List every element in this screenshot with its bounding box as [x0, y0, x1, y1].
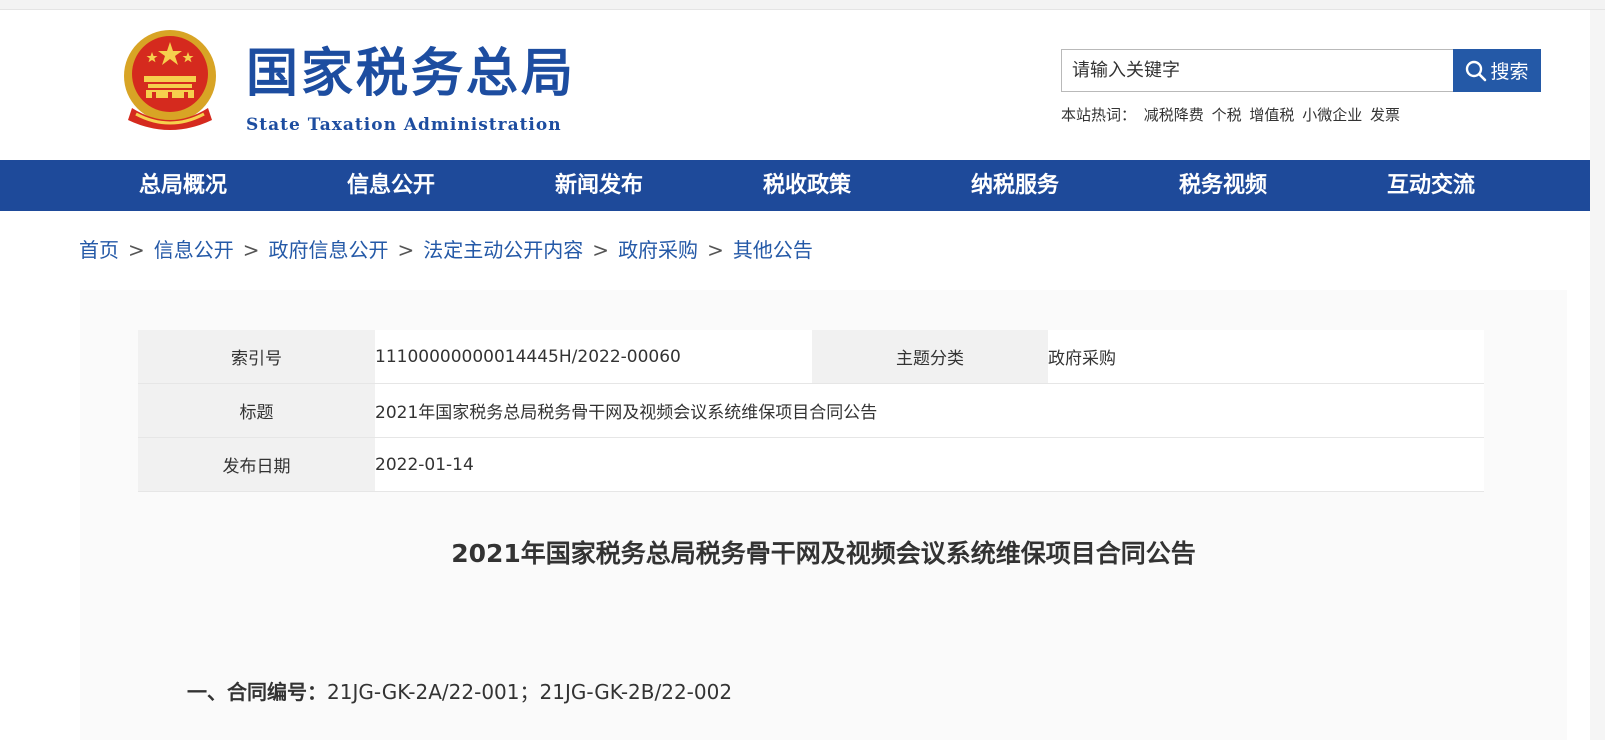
breadcrumb-home[interactable]: 首页	[79, 238, 119, 262]
meta-info-table: 索引号 11100000000014445H/2022-00060 主题分类 政…	[138, 330, 1484, 492]
hot-word-link[interactable]: 发票	[1370, 106, 1400, 124]
breadcrumb-other-notices[interactable]: 其他公告	[733, 238, 813, 262]
hot-word-link[interactable]: 增值税	[1249, 106, 1294, 124]
nav-item-taxpayer-service[interactable]: 纳税服务	[935, 160, 1095, 211]
table-row: 索引号 11100000000014445H/2022-00060 主题分类 政…	[138, 330, 1484, 384]
article-paragraph: 一、合同编号：21JG-GK-2A/22-001；21JG-GK-2B/22-0…	[187, 676, 732, 705]
nav-item-overview[interactable]: 总局概况	[103, 160, 263, 211]
browser-top-strip	[0, 0, 1605, 10]
nav-item-tax-policy[interactable]: 税收政策	[727, 160, 887, 211]
breadcrumb: 首页 > 信息公开 > 政府信息公开 > 法定主动公开内容 > 政府采购 > 其他公告	[79, 234, 813, 263]
date-label: 发布日期	[138, 437, 375, 492]
national-emblem-icon	[124, 30, 216, 130]
breadcrumb-procurement[interactable]: 政府采购	[618, 238, 698, 262]
breadcrumb-separator: >	[128, 238, 145, 262]
nav-item-info-disclosure[interactable]: 信息公开	[311, 160, 471, 211]
search-button[interactable]: 搜索	[1453, 49, 1541, 92]
topic-value: 政府采购	[1048, 330, 1484, 384]
breadcrumb-separator: >	[592, 238, 610, 262]
topic-label: 主题分类	[812, 330, 1048, 384]
table-row: 发布日期 2022-01-14	[138, 437, 1484, 492]
nav-item-interaction[interactable]: 互动交流	[1351, 160, 1511, 211]
main-nav: 总局概况 信息公开 新闻发布 税收政策 纳税服务 税务视频 互动交流	[0, 160, 1605, 211]
title-label: 标题	[138, 383, 375, 438]
contract-number: 21JG-GK-2A/22-001；21JG-GK-2B/22-002	[327, 680, 733, 704]
table-row: 标题 2021年国家税务总局税务骨干网及视频会议系统维保项目合同公告	[138, 383, 1484, 438]
date-value: 2022-01-14	[375, 437, 1484, 492]
breadcrumb-separator: >	[242, 238, 260, 262]
section-heading: 一、合同编号：	[187, 680, 327, 704]
hot-words: 本站热词： 减税降费 个税 增值税 小微企业 发票	[1061, 104, 1403, 125]
breadcrumb-gov-info[interactable]: 政府信息公开	[269, 238, 389, 262]
breadcrumb-separator: >	[397, 238, 415, 262]
hot-word-link[interactable]: 减税降费	[1144, 106, 1204, 124]
index-value: 11100000000014445H/2022-00060	[375, 330, 812, 384]
search-icon	[1466, 60, 1487, 81]
index-label: 索引号	[138, 330, 375, 384]
article-title: 2021年国家税务总局税务骨干网及视频会议系统维保项目合同公告	[451, 539, 1196, 568]
title-value: 2021年国家税务总局税务骨干网及视频会议系统维保项目合同公告	[375, 383, 1484, 438]
site-logo-subtitle: State Taxation Administration	[246, 115, 562, 135]
breadcrumb-statutory[interactable]: 法定主动公开内容	[423, 238, 583, 262]
breadcrumb-info-disclosure[interactable]: 信息公开	[154, 238, 234, 262]
hot-word-link[interactable]: 小微企业	[1302, 106, 1362, 124]
nav-item-tax-video[interactable]: 税务视频	[1143, 160, 1303, 211]
page-scrollbar[interactable]	[1590, 10, 1605, 740]
site-logo-title[interactable]: 国家税务总局	[246, 44, 576, 104]
breadcrumb-separator: >	[707, 238, 724, 262]
hot-words-label: 本站热词：	[1061, 106, 1137, 124]
search-button-label: 搜索	[1490, 61, 1529, 83]
nav-item-news[interactable]: 新闻发布	[519, 160, 679, 211]
search-input[interactable]: 请输入关键字	[1061, 49, 1453, 92]
hot-word-link[interactable]: 个税	[1212, 106, 1242, 124]
